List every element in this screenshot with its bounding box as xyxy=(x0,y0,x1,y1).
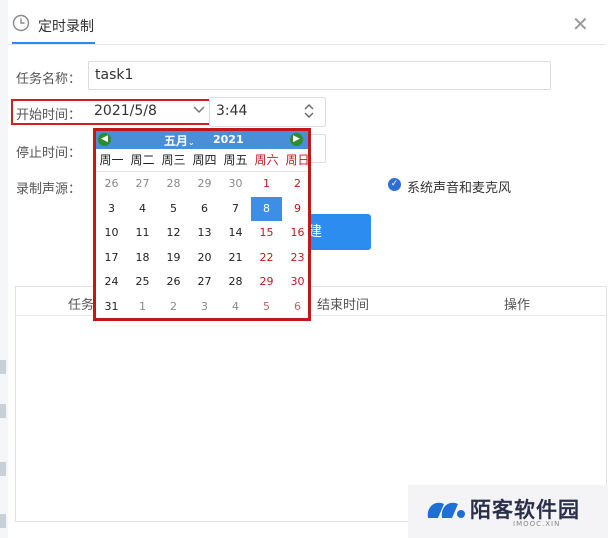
calendar-day[interactable]: 22 xyxy=(251,246,282,270)
task-name-label: 任务名称： xyxy=(16,72,82,87)
calendar-day[interactable]: 26 xyxy=(158,270,189,294)
calendar-day[interactable]: 14 xyxy=(220,221,251,245)
calendar-day[interactable]: 3 xyxy=(189,295,220,319)
weekday-label: 周四 xyxy=(192,153,217,167)
calendar-year[interactable]: 2021 xyxy=(213,133,244,146)
watermark-subtext: IMOOC.XIN xyxy=(513,520,561,528)
calendar-day[interactable]: 21 xyxy=(220,246,251,270)
background-edge-mark xyxy=(0,360,6,374)
header-divider xyxy=(8,44,606,45)
weekday-label: 周六 xyxy=(254,153,279,167)
weekday-label: 周日 xyxy=(285,153,310,167)
background-edge-mark xyxy=(0,514,6,528)
checkbox-checked-icon[interactable]: ✓ xyxy=(388,178,401,191)
weekday-label: 周一 xyxy=(99,153,124,167)
calendar-day[interactable]: 4 xyxy=(220,295,251,319)
calendar-day[interactable]: 31 xyxy=(96,295,127,319)
calendar-day[interactable]: 16 xyxy=(282,221,313,245)
date-picker-popup: ◀ 五月⌄ 2021 ▶ 周一 周二 周三 周四 周五 周六 周日 26 27 28 29 30 1 2… xyxy=(93,128,311,321)
calendar-day[interactable]: 6 xyxy=(282,295,313,319)
calendar-day[interactable]: 30 xyxy=(282,270,313,294)
calendar-day[interactable]: 11 xyxy=(127,221,158,245)
clock-icon xyxy=(12,14,30,32)
calendar-day[interactable]: 27 xyxy=(189,270,220,294)
calendar-day[interactable]: 10 xyxy=(96,221,127,245)
calendar-day[interactable]: 30 xyxy=(220,172,251,196)
calendar-day[interactable]: 6 xyxy=(189,197,220,221)
calendar-header: ◀ 五月⌄ 2021 ▶ xyxy=(96,131,308,149)
calendar-day[interactable]: 15 xyxy=(251,221,282,245)
task-name-input[interactable]: task1 xyxy=(88,61,551,90)
column-task-name: 任务 xyxy=(68,298,95,313)
calendar-day[interactable]: 23 xyxy=(282,246,313,270)
calendar-day[interactable]: 13 xyxy=(189,221,220,245)
spinner-icon[interactable] xyxy=(303,103,315,123)
calendar-day[interactable]: 27 xyxy=(127,172,158,196)
prev-month-icon[interactable]: ◀ xyxy=(98,133,111,146)
stop-time-label: 停止时间： xyxy=(16,146,82,161)
calendar-day-selected[interactable]: 8 xyxy=(251,196,282,221)
watermark-logo xyxy=(424,496,468,522)
calendar-day[interactable]: 17 xyxy=(96,246,127,270)
calendar-day[interactable]: 2 xyxy=(158,295,189,319)
background-edge-mark xyxy=(0,462,6,476)
weekday-label: 周五 xyxy=(223,153,248,167)
start-date-value: 2021/5/8 xyxy=(94,103,157,119)
background-edge-mark xyxy=(0,404,6,418)
close-icon[interactable]: ✕ xyxy=(572,14,589,34)
calendar-day[interactable]: 3 xyxy=(96,197,127,221)
calendar-month[interactable]: 五月⌄ xyxy=(164,132,195,149)
calendar-day[interactable]: 1 xyxy=(127,295,158,319)
weekday-label: 周三 xyxy=(161,153,186,167)
calendar-day[interactable]: 9 xyxy=(282,197,313,221)
calendar-day[interactable]: 24 xyxy=(96,270,127,294)
calendar-day[interactable]: 12 xyxy=(158,221,189,245)
calendar-day[interactable]: 4 xyxy=(127,197,158,221)
calendar-day[interactable]: 26 xyxy=(96,172,127,196)
column-action: 操作 xyxy=(504,298,531,313)
recording-source-label: 录制声源： xyxy=(16,182,82,197)
system-and-mic-option[interactable]: 系统声音和麦克风 xyxy=(407,177,511,196)
weekday-label: 周二 xyxy=(130,153,155,167)
calendar-day[interactable]: 28 xyxy=(220,270,251,294)
calendar-day[interactable]: 2 xyxy=(282,172,313,196)
calendar-day[interactable]: 18 xyxy=(127,246,158,270)
task-name-value: task1 xyxy=(95,67,134,83)
calendar-day[interactable]: 20 xyxy=(189,246,220,270)
calendar-day[interactable]: 19 xyxy=(158,246,189,270)
calendar-day[interactable]: 29 xyxy=(251,270,282,294)
calendar-day[interactable]: 5 xyxy=(251,295,282,319)
calendar-day[interactable]: 25 xyxy=(127,270,158,294)
start-time-label: 开始时间： xyxy=(16,108,82,123)
chevron-down-icon[interactable] xyxy=(193,104,205,118)
calendar-day[interactable]: 1 xyxy=(251,172,282,196)
next-month-icon[interactable]: ▶ xyxy=(290,133,303,146)
calendar-day[interactable]: 7 xyxy=(220,197,251,221)
start-time-value: 3:44 xyxy=(216,103,248,119)
column-end-time: 结束时间 xyxy=(317,298,370,313)
calendar-day[interactable]: 29 xyxy=(189,172,220,196)
calendar-day[interactable]: 28 xyxy=(158,172,189,196)
dialog-title: 定时录制 xyxy=(38,19,94,35)
calendar-day[interactable]: 5 xyxy=(158,197,189,221)
